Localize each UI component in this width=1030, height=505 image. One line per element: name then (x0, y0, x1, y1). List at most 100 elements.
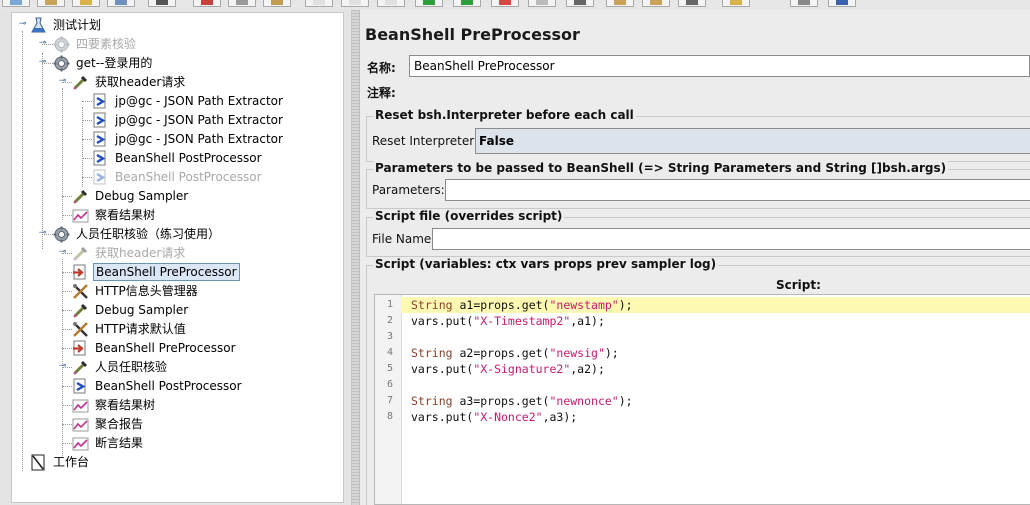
name-label: 名称: (367, 61, 396, 75)
start-button[interactable] (415, 0, 443, 7)
line-number: 7 (386, 395, 393, 406)
postprocessor-icon (92, 93, 109, 110)
pane-splitter[interactable] (352, 10, 360, 505)
collapse-node-toggle[interactable]: ⊸ (38, 229, 47, 238)
tree-node[interactable]: 察看结果树 (72, 206, 341, 224)
code-text: ,a3); (542, 410, 578, 424)
expand-node-toggle[interactable]: ⊸ (58, 248, 67, 257)
code-string: "newstamp" (549, 298, 619, 312)
parameters-field[interactable] (445, 179, 1030, 201)
expand-node-toggle[interactable]: ⊸ (38, 39, 47, 48)
tree-node[interactable]: jp@gc - JSON Path Extractor (92, 111, 341, 129)
line-number: 3 (386, 331, 393, 342)
file-name-field[interactable] (432, 228, 1030, 250)
tree-node[interactable]: 察看结果树 (72, 396, 341, 414)
tree-node[interactable]: BeanShell PostProcessor (72, 377, 341, 395)
tree-node[interactable]: 获取header请求 (72, 73, 341, 91)
tree-node[interactable]: 测试计划 (30, 16, 341, 34)
toggle-button[interactable] (377, 0, 405, 7)
script-editor[interactable]: 1 2 3 4 5 6 7 8 String a1=props.get("newstamp")… (374, 294, 1030, 505)
code-line: vars.put("X-Timestamp2",a1); (401, 313, 1030, 329)
collapse-node-toggle[interactable]: ⊸ (58, 362, 67, 371)
tree-node-label: jp@gc - JSON Path Extractor (115, 94, 283, 108)
code-line: String a1=props.get("newstamp"); (401, 297, 1030, 313)
tree-node-label: jp@gc - JSON Path Extractor (115, 132, 283, 146)
tree-node-label: 断言结果 (95, 436, 144, 450)
copy-button[interactable] (228, 0, 256, 7)
tree-connector (82, 139, 92, 140)
clear-all-button[interactable] (642, 0, 670, 7)
tree-node[interactable]: BeanShell PreProcessor (72, 339, 341, 357)
script-group-legend: Script (variables: ctx vars props prev s… (373, 257, 719, 271)
start-no-pause-button[interactable] (453, 0, 481, 7)
tree-node[interactable]: Debug Sampler (72, 301, 341, 319)
tree-connector (82, 101, 92, 102)
name-field[interactable]: BeanShell PreProcessor (409, 55, 1030, 77)
tree-node[interactable]: jp@gc - JSON Path Extractor (92, 130, 341, 148)
function-helper-button[interactable] (790, 0, 818, 7)
tree-node[interactable]: 四要素核验 (53, 35, 341, 53)
tree-node[interactable]: 人员任职核验（练习使用） (53, 225, 341, 243)
collapse-node-toggle[interactable]: ⊸ (18, 20, 27, 29)
script-file-group: Script file (overrides script) File Name… (366, 209, 1030, 257)
tree-node[interactable]: 聚合报告 (72, 415, 341, 433)
collapse-node-toggle[interactable]: ⊸ (38, 58, 47, 67)
code-line: vars.put("X-Signature2",a2); (401, 361, 1030, 377)
expand-button[interactable] (305, 0, 333, 7)
cut-button[interactable] (193, 0, 221, 7)
code-string: "newnonce" (549, 394, 619, 408)
shutdown-button[interactable] (528, 0, 556, 7)
gear-icon (53, 226, 70, 243)
tree-node-label: 获取header请求 (95, 246, 186, 260)
tree-node[interactable]: HTTP请求默认值 (72, 320, 341, 338)
save-as-image-button[interactable] (148, 0, 176, 7)
tree-connector (62, 259, 63, 458)
parameters-group: Parameters to be passed to BeanShell (=>… (366, 161, 1030, 209)
tree-node-label: BeanShell PreProcessor (95, 341, 236, 355)
collapse-node-toggle[interactable]: ⊸ (58, 77, 67, 86)
line-number: 2 (386, 315, 393, 326)
collapse-button[interactable] (341, 0, 369, 7)
tree-connector (62, 424, 72, 425)
tree-node[interactable]: 人员任职核验 (72, 358, 341, 376)
tree-node[interactable]: jp@gc - JSON Path Extractor (92, 92, 341, 110)
reset-interpreter-select[interactable]: False (475, 128, 1030, 154)
tree-node[interactable]: Debug Sampler (72, 187, 341, 205)
script-file-group-legend: Script file (overrides script) (373, 209, 565, 223)
tree-node-label: 四要素核验 (76, 37, 137, 51)
tree-node[interactable]: BeanShell PreProcessor (72, 263, 341, 281)
open-button[interactable] (72, 0, 100, 7)
paste-button[interactable] (263, 0, 291, 7)
clear-button[interactable] (606, 0, 634, 7)
new-button[interactable] (2, 0, 30, 7)
tree-node[interactable]: 断言结果 (72, 434, 341, 452)
tree-node[interactable]: BeanShell PostProcessor (92, 149, 341, 167)
code-text: a2=props.get( (452, 346, 550, 360)
test-plan-tree[interactable]: ⊸ 测试计划 ⊸ 四要素核验 ⊸ get--登录用的 ⊸ 获取header请求 jp@gc - … (11, 12, 344, 503)
function-helper-icon (798, 0, 810, 5)
help-button[interactable] (828, 0, 856, 7)
pipette-icon (72, 245, 89, 262)
reset-search-button[interactable] (722, 0, 750, 7)
tree-node-label: HTTP信息头管理器 (95, 284, 198, 298)
search-button[interactable] (678, 0, 706, 7)
tree-connector (62, 329, 72, 330)
start-no-pause-icon (461, 0, 473, 5)
save-button[interactable] (107, 0, 135, 7)
open-icon (80, 0, 92, 5)
tree-node[interactable]: 工作台 (30, 453, 341, 471)
tree-node-label: Debug Sampler (95, 303, 189, 317)
remote-start-icon (574, 0, 586, 5)
remote-start-button[interactable] (566, 0, 594, 7)
tree-node[interactable]: get--登录用的 (53, 54, 341, 72)
tree-node-label: BeanShell PostProcessor (115, 151, 262, 165)
listener-icon (72, 207, 89, 224)
comment-field[interactable] (402, 80, 1030, 102)
tree-node[interactable]: HTTP信息头管理器 (72, 282, 341, 300)
stop-button[interactable] (491, 0, 519, 7)
tree-node[interactable]: 获取header请求 (72, 244, 341, 262)
tree-node[interactable]: BeanShell PostProcessor (92, 168, 341, 186)
templates-button[interactable] (37, 0, 65, 7)
code-text: ); (618, 298, 633, 312)
pipette-icon (72, 359, 89, 376)
